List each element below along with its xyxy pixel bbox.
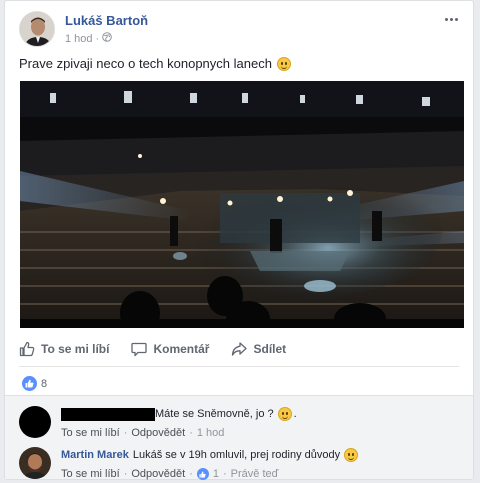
like-button[interactable]: To se mi líbí xyxy=(19,341,109,357)
comment-like-link[interactable]: To se mi líbí xyxy=(61,427,120,439)
smiley-emoji-icon xyxy=(344,448,359,462)
divider xyxy=(19,366,459,367)
reactions-summary[interactable]: 8 xyxy=(22,376,47,391)
comment-reply-link[interactable]: Odpovědět xyxy=(131,427,185,439)
comment-time[interactable]: 1 hod xyxy=(197,427,225,439)
commenter-name[interactable]: Martin Marek xyxy=(61,449,129,461)
comment-text-suffix: . xyxy=(293,408,297,420)
comment-text: Lukáš se v 19h omluvil, prej rodiny důvo… xyxy=(132,449,341,461)
reaction-count: 8 xyxy=(41,377,48,390)
thumbs-up-icon xyxy=(19,341,35,357)
comment-like-link[interactable]: To se mi líbí xyxy=(61,468,120,480)
like-label: To se mi líbí xyxy=(41,342,110,356)
comments-section: Máte se Sněmovně, jo ? . To se mi líbí ·… xyxy=(5,395,473,480)
commenter-avatar[interactable] xyxy=(19,406,51,438)
smiley-emoji-icon xyxy=(277,407,292,421)
comment-button[interactable]: Komentář xyxy=(131,341,209,357)
comment-reply-link[interactable]: Odpovědět xyxy=(131,468,185,480)
post-text: Prave zpivaji neco o tech konopnych lane… xyxy=(19,56,291,71)
share-label: Sdílet xyxy=(253,342,287,356)
globe-icon[interactable] xyxy=(102,32,113,45)
comment-item: Máte se Sněmovně, jo ? . To se mi líbí ·… xyxy=(19,406,463,446)
post-time[interactable]: 1 hod xyxy=(65,33,93,45)
post-header: Lukáš Bartoň 1 hod · xyxy=(19,9,463,53)
redacted-name xyxy=(61,407,155,421)
comment-label: Komentář xyxy=(153,342,210,356)
post-meta: 1 hod · xyxy=(65,32,113,45)
commenter-avatar[interactable] xyxy=(19,447,51,479)
author-avatar[interactable] xyxy=(19,11,55,47)
post-actions: To se mi líbí Komentář Sdílet xyxy=(19,337,459,361)
post-card: Lukáš Bartoň 1 hod · Prave zpivaji neco … xyxy=(4,0,474,480)
post-text-content: Prave zpivaji neco o tech konopnych lane… xyxy=(19,56,272,71)
author-name[interactable]: Lukáš Bartoň xyxy=(65,13,148,28)
smiley-emoji-icon xyxy=(276,56,291,71)
comment-like-count[interactable]: 1 xyxy=(213,468,219,480)
like-reaction-icon xyxy=(196,468,209,480)
share-arrow-icon xyxy=(231,341,248,357)
comment-time[interactable]: Právě teď xyxy=(231,468,279,480)
share-button[interactable]: Sdílet xyxy=(231,341,286,357)
like-reaction-icon xyxy=(22,376,37,391)
more-dots-icon[interactable] xyxy=(441,11,461,27)
comment-bubble-icon xyxy=(131,341,148,357)
comment-text: Máte se Sněmovně, jo ? xyxy=(155,408,274,420)
comment-item: Martin Marek Lukáš se v 19h omluvil, pre… xyxy=(19,447,463,483)
post-photo[interactable] xyxy=(20,81,464,328)
